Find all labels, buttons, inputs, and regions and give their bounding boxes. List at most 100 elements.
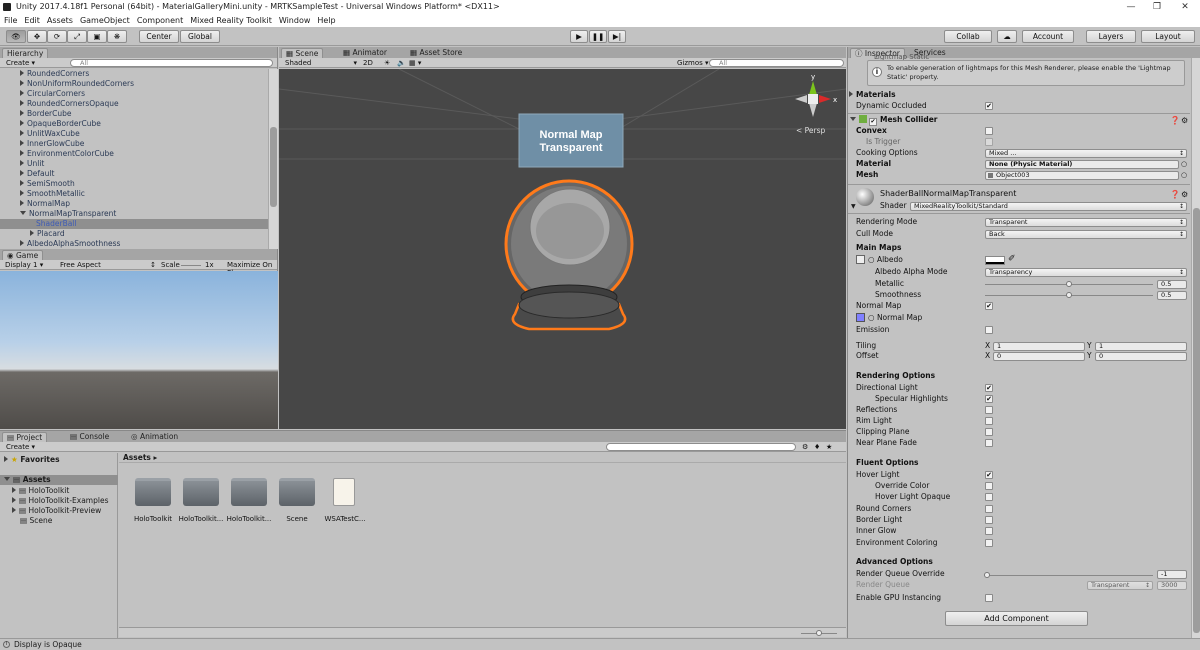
menu-item-mixed-reality-toolkit[interactable]: Mixed Reality Toolkit bbox=[186, 14, 275, 27]
hierarchy-item[interactable]: NormalMapTransparent bbox=[0, 209, 268, 219]
menu-item-help[interactable]: Help bbox=[313, 14, 338, 27]
step-button[interactable]: ▶| bbox=[608, 30, 626, 43]
tab-console[interactable]: ▤ Console bbox=[66, 432, 113, 442]
transform-tool-icon[interactable]: ❋ bbox=[107, 30, 127, 43]
expand-arrow-icon[interactable] bbox=[20, 180, 24, 186]
expand-arrow-icon[interactable] bbox=[20, 170, 24, 176]
favorite-star-icon[interactable]: ★ bbox=[826, 443, 832, 451]
display-dropdown[interactable]: Display 1 ▾ bbox=[5, 261, 55, 269]
tab-animator[interactable]: ▦ Animator bbox=[339, 48, 391, 58]
metallic-slider-knob[interactable] bbox=[1066, 281, 1072, 287]
project-search-input[interactable] bbox=[606, 443, 796, 451]
material-help-icon[interactable]: ❓ bbox=[1170, 190, 1180, 199]
object-picker-icon[interactable]: ○ bbox=[1181, 160, 1187, 168]
filter-type-icon[interactable]: ⚙ bbox=[802, 443, 808, 451]
menu-item-assets[interactable]: Assets bbox=[43, 14, 76, 27]
help-icon[interactable]: ❓ bbox=[1170, 116, 1180, 125]
tab-game[interactable]: ◉ Game bbox=[2, 250, 44, 260]
rim-light-checkbox[interactable] bbox=[985, 417, 993, 425]
hierarchy-item[interactable]: Default bbox=[0, 169, 268, 179]
albedo-alpha-mode-dropdown[interactable]: Transparency bbox=[985, 268, 1187, 277]
play-button[interactable]: ▶ bbox=[570, 30, 588, 43]
tiling-y-field[interactable]: 1 bbox=[1095, 342, 1187, 351]
hover-light-opaque-checkbox[interactable] bbox=[985, 493, 993, 501]
expand-arrow-icon[interactable] bbox=[20, 130, 24, 136]
hierarchy-item[interactable]: AlbedoAlphaSmoothness bbox=[0, 239, 268, 249]
pivot-center-button[interactable]: Center bbox=[139, 30, 179, 43]
reflections-checkbox[interactable] bbox=[985, 406, 993, 414]
account-button[interactable]: Account bbox=[1022, 30, 1074, 43]
scene-search-input[interactable]: All bbox=[709, 59, 844, 67]
maximize-on-play-toggle[interactable]: Maximize On Pl bbox=[227, 261, 277, 277]
close-icon[interactable]: ✕ bbox=[1172, 0, 1198, 14]
border-light-checkbox[interactable] bbox=[985, 516, 993, 524]
physic-material-field[interactable]: None (Physic Material) bbox=[985, 160, 1179, 169]
cloud-icon[interactable]: ☁ bbox=[997, 30, 1017, 43]
material-expand-icon[interactable]: ▼ bbox=[851, 203, 856, 210]
hierarchy-create-dropdown[interactable]: Create ▾ bbox=[6, 59, 35, 67]
render-queue-override-field[interactable]: -1 bbox=[1157, 570, 1187, 579]
project-asset-item[interactable]: HoloToolkit bbox=[131, 474, 175, 524]
expand-arrow-icon[interactable] bbox=[20, 140, 24, 146]
hierarchy-item[interactable]: SmoothMetallic bbox=[0, 189, 268, 199]
hierarchy-item[interactable]: RoundedCornersOpaque bbox=[0, 99, 268, 109]
menu-item-file[interactable]: File bbox=[0, 14, 20, 27]
mesh-field[interactable]: Object003 bbox=[985, 171, 1179, 180]
menu-item-component[interactable]: Component bbox=[133, 14, 186, 27]
inspector-scrollbar[interactable] bbox=[1191, 58, 1200, 638]
expand-arrow-icon[interactable] bbox=[20, 240, 24, 246]
move-tool-icon[interactable]: ✥ bbox=[27, 30, 47, 43]
smoothness-slider-knob[interactable] bbox=[1066, 292, 1072, 298]
mesh-collider-enabled-checkbox[interactable]: ✔ bbox=[869, 118, 877, 126]
expand-arrow-icon[interactable] bbox=[20, 211, 26, 215]
inner-glow-checkbox[interactable] bbox=[985, 527, 993, 535]
smoothness-value-field[interactable]: 0.5 bbox=[1157, 291, 1187, 300]
expand-arrow-icon[interactable] bbox=[20, 90, 24, 96]
material-gear-icon[interactable]: ⚙ bbox=[1181, 190, 1188, 199]
render-queue-override-knob[interactable] bbox=[984, 572, 990, 578]
project-create-dropdown[interactable]: Create ▾ bbox=[6, 443, 35, 451]
tab-hierarchy[interactable]: Hierarchy bbox=[2, 48, 49, 58]
filter-label-icon[interactable]: ♦ bbox=[814, 443, 820, 451]
materials-foldout[interactable]: Materials bbox=[849, 90, 896, 100]
assets-root-item[interactable]: ▤ Assets bbox=[0, 475, 118, 485]
scale-tool-icon[interactable]: ⤢ bbox=[67, 30, 87, 43]
hierarchy-item[interactable]: NonUniformRoundedCorners bbox=[0, 79, 268, 89]
project-asset-item[interactable]: Scene bbox=[275, 474, 319, 524]
rendering-mode-dropdown[interactable]: Transparent bbox=[985, 218, 1187, 227]
albedo-color-swatch[interactable] bbox=[985, 256, 1005, 265]
tab-animation[interactable]: ◎ Animation bbox=[127, 432, 182, 442]
expand-arrow-icon[interactable] bbox=[12, 497, 16, 503]
normal-map-texture-slot[interactable] bbox=[856, 313, 865, 322]
eyedropper-icon[interactable]: ✐ bbox=[1008, 254, 1016, 264]
hierarchy-item[interactable]: EnvironmentColorCube bbox=[0, 149, 268, 159]
override-color-checkbox[interactable] bbox=[985, 482, 993, 490]
round-corners-checkbox[interactable] bbox=[985, 505, 993, 513]
hierarchy-item[interactable]: BorderCube bbox=[0, 109, 268, 119]
gpu-instancing-checkbox[interactable] bbox=[985, 594, 993, 602]
hierarchy-item[interactable]: NormalMap bbox=[0, 199, 268, 209]
component-gear-icon[interactable]: ⚙ bbox=[1181, 116, 1188, 125]
shading-mode-dropdown[interactable]: Shaded ▾ bbox=[285, 59, 357, 67]
gizmos-dropdown[interactable]: Gizmos ▾ bbox=[677, 59, 709, 67]
albedo-texture-slot[interactable] bbox=[856, 255, 865, 264]
hand-tool-icon[interactable]: 👁 bbox=[6, 30, 26, 43]
metallic-value-field[interactable]: 0.5 bbox=[1157, 280, 1187, 289]
render-queue-field[interactable]: 3000 bbox=[1157, 581, 1187, 590]
project-asset-item[interactable]: WSATestC... bbox=[323, 474, 367, 524]
persp-label[interactable]: < Persp bbox=[796, 126, 825, 135]
project-tree-item[interactable]: ▤ HoloToolkit-Examples bbox=[12, 496, 108, 506]
specular-highlights-checkbox[interactable]: ✔ bbox=[985, 395, 993, 403]
minimize-icon[interactable]: — bbox=[1118, 0, 1144, 14]
project-asset-item[interactable]: HoloToolkit... bbox=[179, 474, 223, 524]
project-tree-item[interactable]: ▤ HoloToolkit bbox=[12, 486, 69, 496]
hierarchy-item[interactable]: CircularCorners bbox=[0, 89, 268, 99]
lighting-toggle-icon[interactable]: ☀ bbox=[384, 59, 390, 67]
2d-toggle[interactable]: 2D bbox=[363, 59, 373, 67]
hierarchy-item[interactable]: SemiSmooth bbox=[0, 179, 268, 189]
hierarchy-search-input[interactable]: All bbox=[70, 59, 273, 67]
mesh-picker-icon[interactable]: ○ bbox=[1181, 171, 1187, 179]
render-queue-mode-dropdown[interactable]: Transparent bbox=[1087, 581, 1153, 590]
environment-coloring-checkbox[interactable] bbox=[985, 539, 993, 547]
effects-toggle-icon[interactable]: ▦ ▾ bbox=[409, 59, 421, 67]
